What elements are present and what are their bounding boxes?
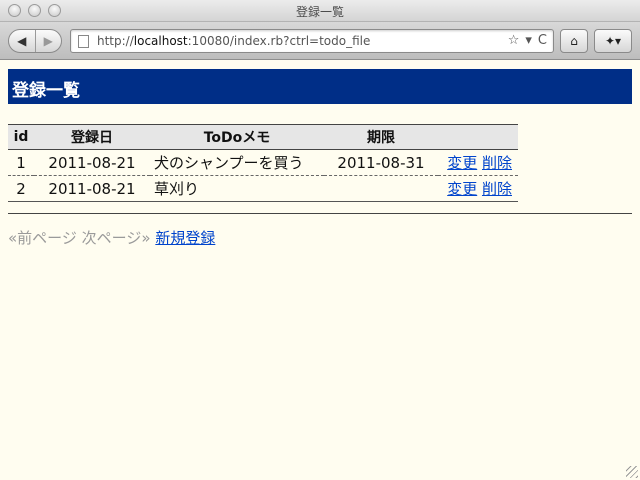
bookmark-star-icon[interactable]: ☆ xyxy=(508,33,520,48)
column-header-id: id xyxy=(8,124,34,150)
divider xyxy=(8,213,632,214)
column-header-memo: ToDoメモ xyxy=(150,124,324,150)
back-button[interactable]: ◀ xyxy=(9,30,36,52)
column-header-date: 登録日 xyxy=(34,124,150,150)
delete-link[interactable]: 削除 xyxy=(482,154,512,172)
row-memo: 犬のシャンプーを買う xyxy=(150,149,324,176)
row-date: 2011-08-21 xyxy=(34,149,150,176)
column-header-limit: 期限 xyxy=(324,124,438,150)
address-bar[interactable]: http://localhost:10080/index.rb?ctrl=tod… xyxy=(70,29,554,53)
delete-link[interactable]: 削除 xyxy=(482,180,512,198)
table-row: 1 2011-08-21 犬のシャンプーを買う 2011-08-31 変更 削除 xyxy=(8,149,518,176)
column-header-actions xyxy=(438,124,518,150)
forward-arrow-icon: ▶ xyxy=(43,34,53,48)
window-title: 登録一覧 xyxy=(295,5,344,19)
window-titlebar: 登録一覧 xyxy=(0,0,640,22)
forward-button[interactable]: ▶ xyxy=(36,30,62,52)
row-limit xyxy=(324,175,438,202)
resize-grip-icon[interactable] xyxy=(626,466,638,478)
row-actions: 変更 削除 xyxy=(438,175,518,202)
edit-link[interactable]: 変更 xyxy=(447,180,477,198)
home-button[interactable]: ⌂ xyxy=(560,29,588,53)
page-icon xyxy=(78,35,89,48)
nav-button-group: ◀ ▶ xyxy=(8,29,62,53)
prev-page-label: «前ページ xyxy=(8,229,77,247)
back-arrow-icon: ◀ xyxy=(17,34,27,48)
pager: «前ページ 次ページ» 新規登録 xyxy=(8,227,215,248)
row-date: 2011-08-21 xyxy=(34,175,150,202)
home-icon: ⌂ xyxy=(570,34,578,48)
url-text[interactable]: http://localhost:10080/index.rb?ctrl=tod… xyxy=(97,34,370,48)
row-memo: 草刈り xyxy=(150,175,324,202)
new-entry-link[interactable]: 新規登録 xyxy=(155,229,215,247)
row-actions: 変更 削除 xyxy=(438,149,518,176)
edit-link[interactable]: 変更 xyxy=(447,154,477,172)
next-page-label: 次ページ» xyxy=(81,229,151,247)
table-header-row: id 登録日 ToDoメモ 期限 xyxy=(8,124,518,150)
url-dropdown-icon[interactable]: ▾ xyxy=(525,33,532,48)
page-title: 登録一覧 xyxy=(8,69,632,104)
bookmarks-icon: ✦▾ xyxy=(604,34,622,48)
row-id: 2 xyxy=(8,175,34,202)
todo-table: id 登録日 ToDoメモ 期限 1 2011-08-21 犬のシャンプーを買う… xyxy=(8,124,518,202)
row-id: 1 xyxy=(8,149,34,176)
reload-icon[interactable]: C xyxy=(538,33,547,48)
table-row: 2 2011-08-21 草刈り 変更 削除 xyxy=(8,175,518,202)
page-content: 登録一覧 id 登録日 ToDoメモ 期限 1 2011-08-21 犬のシャン… xyxy=(0,61,640,480)
browser-toolbar: ◀ ▶ http://localhost:10080/index.rb?ctrl… xyxy=(0,22,640,60)
bookmarks-menu-button[interactable]: ✦▾ xyxy=(594,29,632,53)
row-limit: 2011-08-31 xyxy=(324,149,438,176)
